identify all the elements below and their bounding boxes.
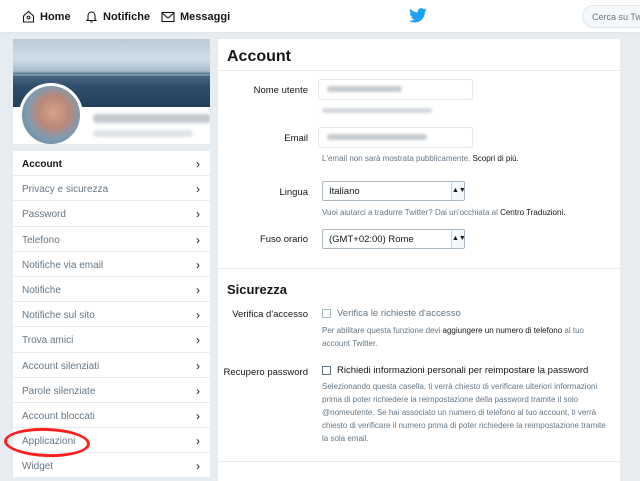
sidebar-item-label: Notifiche via email bbox=[22, 259, 104, 271]
profile-card[interactable] bbox=[13, 39, 210, 144]
twitter-bird-icon[interactable] bbox=[409, 8, 427, 23]
sidebar-item-widget[interactable]: Widget › bbox=[13, 453, 210, 479]
chevron-right-icon: › bbox=[196, 257, 200, 272]
sidebar-item-label: Parole silenziate bbox=[22, 385, 96, 397]
page-title: Account bbox=[227, 48, 291, 65]
sidebar-item-password[interactable]: Password › bbox=[13, 201, 210, 227]
sidebar-item-label: Account bloccati bbox=[22, 410, 95, 422]
sidebar-item-label: Notifiche sul sito bbox=[22, 310, 95, 322]
sidebar-item-label: Telefono bbox=[22, 234, 60, 246]
sidebar-item-notifiche-sul-sito[interactable]: Notifiche sul sito › bbox=[13, 302, 210, 328]
sidebar-item-label: Widget bbox=[22, 461, 54, 473]
password-reset-label: Recupero password bbox=[223, 367, 309, 378]
nav-messages-label: Messaggi bbox=[180, 10, 231, 23]
sidebar-item-label: Trova amici bbox=[22, 335, 74, 347]
chevron-right-icon: › bbox=[196, 333, 200, 348]
sidebar-item-label: Notifiche bbox=[22, 284, 61, 296]
sidebar-item-notifiche-via-email[interactable]: Notifiche via email › bbox=[13, 252, 210, 277]
sidebar-item-telefono[interactable]: Telefono › bbox=[13, 227, 210, 252]
email-field[interactable] bbox=[318, 127, 473, 148]
sidebar-item-account-bloccati[interactable]: Account bloccati › bbox=[13, 403, 210, 429]
language-help-text: Vuoi aiutarci a tradurre Twitter? Dai un… bbox=[322, 208, 566, 217]
security-section-title: Sicurezza bbox=[227, 282, 287, 297]
chevron-right-icon: › bbox=[196, 282, 200, 297]
username-field[interactable] bbox=[318, 79, 473, 100]
chevron-right-icon: › bbox=[196, 459, 200, 474]
sidebar-item-label: Account silenziati bbox=[22, 360, 100, 372]
email-label: Email bbox=[284, 133, 308, 144]
chevron-right-icon: › bbox=[196, 434, 200, 449]
chevron-right-icon: › bbox=[196, 207, 200, 222]
search-input[interactable]: Cerca su Twitter bbox=[582, 5, 640, 28]
sidebar-item-notifiche[interactable]: Notifiche › bbox=[13, 277, 210, 303]
divider bbox=[218, 268, 620, 269]
divider bbox=[218, 461, 620, 462]
sidebar-item-account-silenziati[interactable]: Account silenziati › bbox=[13, 353, 210, 378]
nav-home[interactable]: Home bbox=[22, 0, 71, 33]
sidebar-item-parole-silenziate[interactable]: Parole silenziate › bbox=[13, 378, 210, 403]
nav-messages[interactable]: Messaggi bbox=[161, 0, 230, 33]
timezone-select[interactable]: (GMT+02:00) Rome ▲▼ bbox=[322, 229, 466, 249]
nav-home-label: Home bbox=[40, 10, 71, 23]
language-label: Lingua bbox=[279, 187, 308, 198]
sidebar-item-label: Password bbox=[22, 209, 66, 221]
username-label: Nome utente bbox=[253, 85, 308, 96]
language-selected-value: Italiano bbox=[329, 186, 360, 197]
sidebar-item-label: Account bbox=[22, 159, 62, 170]
translation-center-link[interactable]: Centro Traduzioni. bbox=[500, 208, 565, 217]
sidebar-item-label: Privacy e sicurezza bbox=[22, 184, 109, 196]
envelope-icon bbox=[161, 11, 175, 22]
chevron-right-icon: › bbox=[196, 157, 200, 171]
profile-url-redacted bbox=[322, 108, 432, 113]
checkbox-icon bbox=[322, 309, 331, 318]
timezone-label: Fuso orario bbox=[259, 234, 308, 245]
chevron-right-icon: › bbox=[196, 408, 200, 423]
bell-icon bbox=[85, 11, 98, 23]
language-select[interactable]: Italiano ▲▼ bbox=[322, 181, 466, 201]
login-verification-help: Per abilitare questa funzione devi aggiu… bbox=[322, 326, 584, 348]
login-verification-label: Verifica d'accesso bbox=[232, 309, 308, 320]
sidebar-item-privacy-e-sicurezza[interactable]: Privacy e sicurezza › bbox=[13, 176, 210, 202]
nav-notifications[interactable]: Notifiche bbox=[85, 0, 150, 33]
chevron-down-icon: ▲▼ bbox=[451, 182, 466, 200]
chevron-right-icon: › bbox=[196, 383, 200, 398]
account-settings-panel: Account Nome utente Email L'email non sa… bbox=[218, 39, 620, 481]
password-reset-help: Selezionando questa casella, ti verrà ch… bbox=[322, 382, 606, 443]
timezone-selected-value: (GMT+02:00) Rome bbox=[329, 234, 414, 245]
email-help-text: L'email non sarà mostrata pubblicamente.… bbox=[322, 154, 519, 163]
add-phone-link[interactable]: aggiungere un numero di telefono bbox=[443, 326, 563, 335]
profile-name-redacted bbox=[93, 114, 210, 123]
learn-more-link[interactable]: Scopri di più. bbox=[473, 154, 519, 163]
avatar[interactable] bbox=[19, 83, 83, 144]
checkbox-icon bbox=[322, 366, 331, 375]
sidebar-item-account[interactable]: Account › bbox=[13, 151, 210, 177]
password-reset-checkbox[interactable]: Richiedi informazioni personali per reim… bbox=[322, 365, 588, 376]
profile-handle-redacted bbox=[93, 130, 193, 137]
chevron-down-icon: ▲▼ bbox=[451, 230, 466, 248]
home-icon bbox=[22, 10, 35, 23]
login-verification-checkbox[interactable]: Verifica le richieste d'accesso bbox=[322, 308, 461, 319]
divider bbox=[218, 70, 620, 71]
nav-notifications-label: Notifiche bbox=[103, 10, 151, 23]
sidebar-item-trova-amici[interactable]: Trova amici › bbox=[13, 327, 210, 353]
top-navigation-bar: Home Notifiche Messaggi Cerca su Twitter bbox=[0, 0, 640, 33]
